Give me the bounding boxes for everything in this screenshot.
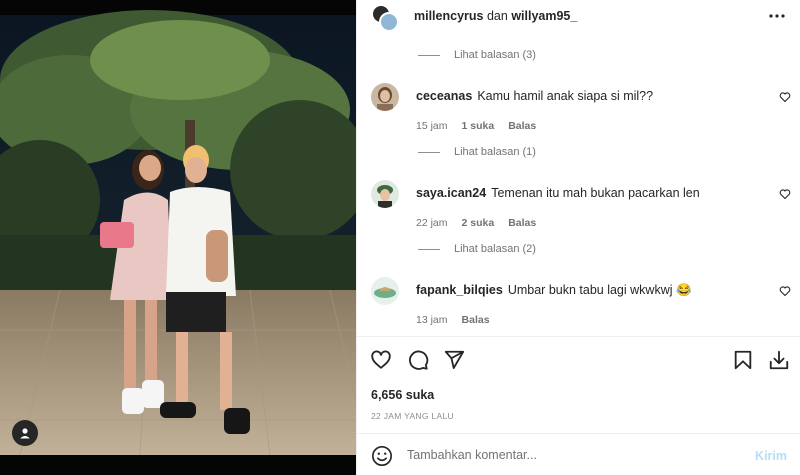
comment-likes[interactable]: 1 suka: [462, 120, 495, 132]
reply-button[interactable]: Balas: [462, 314, 490, 326]
avatar: [379, 12, 399, 32]
post-authors: millencyrus dan willyam95_: [414, 9, 577, 23]
reply-button[interactable]: Balas: [508, 217, 536, 229]
avatar[interactable]: [371, 180, 399, 208]
reply-line: [418, 151, 440, 153]
more-icon: [769, 14, 785, 18]
comment-text: Temenan itu mah bukan pacarkan len: [491, 186, 700, 200]
user-tag-icon: [20, 428, 30, 439]
comment-body: ceceanas Kamu hamil anak siapa si mil??: [416, 89, 653, 103]
likes-count[interactable]: 6,656 suka: [371, 388, 434, 402]
comment-text: Umbar bukn tabu lagi wkwkwj 😂: [507, 283, 692, 297]
bookmark-icon[interactable]: [732, 349, 754, 371]
reply-button[interactable]: Balas: [508, 120, 536, 132]
comment-meta: 15 jam 1 suka Balas: [416, 120, 536, 132]
comment-meta: 13 jam Balas: [416, 314, 490, 326]
emoji-icon[interactable]: [371, 445, 393, 467]
comment-text: Kamu hamil anak siapa si mil??: [477, 89, 654, 103]
comments-list[interactable]: Lihat balasan (3) ceceanas Kamu hamil ana…: [357, 33, 800, 336]
comment-body: saya.ican24 Temenan itu mah bukan pacarka…: [416, 186, 700, 200]
comment-item: fapank_bilqies Umbar bukn tabu lagi wkwkw…: [357, 277, 800, 336]
comment-item: ceceanas Kamu hamil anak siapa si mil?? 1…: [357, 83, 800, 143]
authors-connector: dan: [486, 9, 508, 23]
comment-time[interactable]: 22 jam: [416, 217, 448, 229]
comment-meta: 22 jam 2 suka Balas: [416, 217, 536, 229]
post-actions: [357, 337, 800, 382]
post-side-panel: millencyrus dan willyam95_ Lihat balasan…: [356, 0, 800, 475]
author-link[interactable]: willyam95_: [511, 9, 577, 23]
post-timestamp[interactable]: 22 JAM YANG LALU: [371, 411, 454, 421]
comment-time[interactable]: 15 jam: [416, 120, 448, 132]
comment-username[interactable]: fapank_bilqies: [416, 283, 503, 297]
post-header: millencyrus dan willyam95_: [357, 0, 800, 33]
post-comment-button[interactable]: Kirim: [755, 449, 787, 463]
avatar[interactable]: [371, 83, 399, 111]
comment-likes[interactable]: 2 suka: [462, 217, 495, 229]
comment-time[interactable]: 13 jam: [416, 314, 448, 326]
view-replies-button[interactable]: Lihat balasan (1): [418, 146, 536, 158]
reply-line: [418, 54, 440, 56]
view-replies-button[interactable]: Lihat balasan (2): [418, 243, 536, 255]
comment-composer: Kirim: [357, 434, 800, 475]
comment-icon[interactable]: [407, 349, 429, 371]
comment-username[interactable]: saya.ican24: [416, 186, 486, 200]
share-icon[interactable]: [443, 349, 465, 371]
post-photo[interactable]: [0, 0, 356, 475]
user-tag-button[interactable]: [12, 420, 38, 446]
view-replies-button[interactable]: Lihat balasan (3): [418, 49, 536, 61]
heart-icon[interactable]: [779, 285, 791, 297]
download-icon[interactable]: [768, 349, 790, 371]
author-link[interactable]: millencyrus: [414, 9, 483, 23]
heart-icon[interactable]: [779, 188, 791, 200]
comment-body: fapank_bilqies Umbar bukn tabu lagi wkwkw…: [416, 283, 692, 298]
reply-line: [418, 248, 440, 250]
view-replies-label: Lihat balasan (3): [454, 49, 536, 61]
post-image: [0, 0, 356, 475]
more-options-button[interactable]: [767, 8, 787, 24]
heart-icon[interactable]: [779, 91, 791, 103]
view-replies-label: Lihat balasan (1): [454, 146, 536, 158]
view-replies-label: Lihat balasan (2): [454, 243, 536, 255]
comment-username[interactable]: ceceanas: [416, 89, 472, 103]
collab-avatars[interactable]: [371, 4, 401, 32]
comment-item: saya.ican24 Temenan itu mah bukan pacarka…: [357, 180, 800, 240]
avatar[interactable]: [371, 277, 399, 305]
comment-input[interactable]: [407, 444, 737, 466]
heart-icon[interactable]: [370, 349, 392, 371]
